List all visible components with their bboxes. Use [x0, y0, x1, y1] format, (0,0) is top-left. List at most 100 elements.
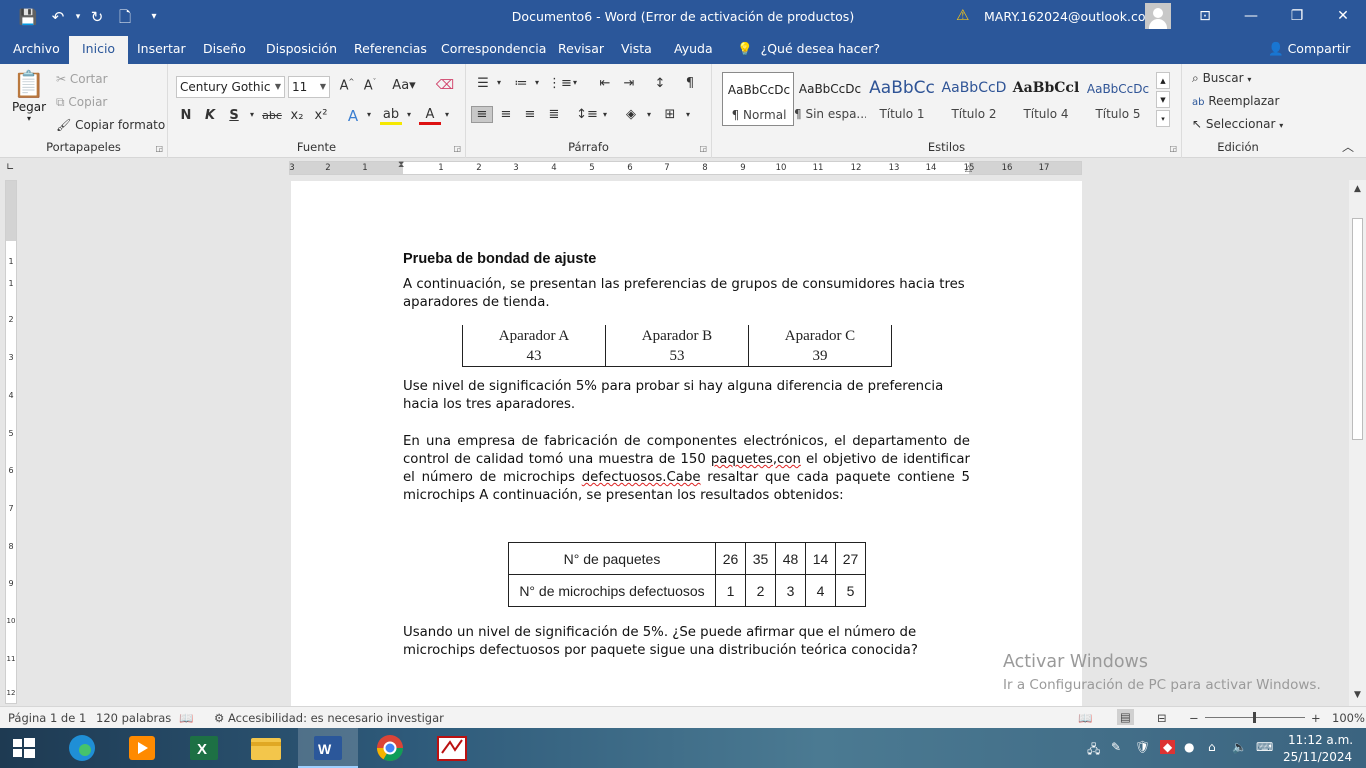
styles-scroll-down-icon[interactable]: ▼ [1156, 91, 1170, 108]
style-heading-1[interactable]: AaBbCc Título 1 [866, 72, 938, 126]
increase-indent-icon[interactable]: ⇥ [618, 76, 640, 91]
volume-tray-icon[interactable]: 🔈 [1232, 740, 1247, 754]
styles-scroll-up-icon[interactable]: ▲ [1156, 72, 1170, 89]
ribbon-display-options-button[interactable]: ⊡ [1182, 0, 1228, 34]
chevron-down-icon[interactable]: ▾ [638, 110, 660, 119]
tab-diseno[interactable]: Diseño [203, 34, 246, 64]
document-page[interactable]: Prueba de bondad de ajuste A continuació… [291, 181, 1082, 711]
tab-selector-icon[interactable]: ∟ [6, 162, 14, 173]
dialog-launcher-icon[interactable]: ◲ [155, 144, 163, 153]
tab-ayuda[interactable]: Ayuda [674, 34, 713, 64]
chevron-down-icon[interactable]: ▾ [488, 78, 510, 87]
tab-archivo[interactable]: Archivo [13, 34, 60, 64]
chevron-down-icon[interactable]: ▾ [526, 78, 548, 87]
keyboard-tray-icon[interactable]: ⌨ [1256, 740, 1273, 754]
spelling-error[interactable]: paquetes,con [711, 452, 801, 467]
edge-taskbar-icon[interactable] [52, 728, 112, 768]
superscript-button[interactable]: x² [310, 108, 332, 123]
wifi-tray-icon[interactable]: ⌂ [1208, 740, 1216, 754]
dialog-launcher-icon[interactable]: ◲ [699, 144, 707, 153]
proofing-icon[interactable]: 📖 [179, 711, 193, 725]
copy-button[interactable]: ⧉ Copiar [56, 95, 107, 110]
notification-tray-icon[interactable]: ● [1184, 740, 1194, 754]
pilcrow-icon[interactable]: ¶ [679, 76, 701, 91]
redo-icon[interactable]: ↻ [85, 6, 109, 28]
media-player-taskbar-icon[interactable] [112, 728, 172, 768]
align-right-icon[interactable]: ≡ [519, 107, 541, 122]
start-button[interactable] [0, 728, 48, 768]
print-layout-icon[interactable]: ▤ [1117, 709, 1134, 725]
bold-button[interactable]: N [175, 108, 197, 123]
zoom-out-icon[interactable]: − [1189, 711, 1199, 725]
share-button[interactable]: 👤 Compartir [1268, 34, 1350, 64]
paste-button[interactable]: 📋 Pegar ▾ [8, 70, 50, 136]
read-mode-icon[interactable]: 📖 [1078, 711, 1092, 725]
clear-formatting-icon[interactable]: ⌫ [434, 78, 456, 93]
vertical-scrollbar[interactable]: ▲ ▼ [1349, 180, 1366, 706]
scroll-down-icon[interactable]: ▼ [1351, 690, 1364, 700]
new-document-icon[interactable]: 🗋 [113, 6, 137, 28]
scroll-up-icon[interactable]: ▲ [1351, 184, 1364, 194]
justify-icon[interactable]: ≣ [543, 107, 565, 122]
chevron-down-icon[interactable]: ▾ [398, 110, 420, 119]
replace-button[interactable]: ab Reemplazar [1192, 94, 1279, 108]
style-normal[interactable]: AaBbCcDc ¶ Normal [722, 72, 794, 126]
sort-icon[interactable]: ↕ [649, 76, 671, 91]
web-layout-icon[interactable]: ⊟ [1157, 711, 1167, 725]
antivirus-tray-icon[interactable]: ◆ [1160, 740, 1176, 754]
customize-toolbar-icon[interactable]: ▾ [142, 6, 166, 28]
vertical-ruler[interactable]: 1 1 2 3 4 5 6 7 8 9 10 11 12 [5, 180, 17, 704]
chrome-taskbar-icon[interactable] [360, 728, 420, 768]
font-name-combo[interactable]: Century Gothic ▼ [176, 76, 285, 98]
strikethrough-button[interactable]: abc [261, 109, 283, 122]
indent-marker-icon[interactable]: ⧗ [398, 160, 404, 170]
italic-button[interactable]: K [199, 108, 221, 123]
select-button[interactable]: ↖ Seleccionar ▾ [1192, 117, 1283, 131]
accessibility-status[interactable]: ⚙ Accesibilidad: es necesario investigar [214, 711, 444, 725]
close-button[interactable]: ✕ [1320, 0, 1366, 34]
chevron-down-icon[interactable]: ▾ [358, 110, 380, 119]
style-no-spacing[interactable]: AaBbCcDc ¶ Sin espa... [794, 72, 866, 126]
right-indent-marker-icon[interactable]: △ [965, 164, 972, 174]
save-icon[interactable]: 💾 [16, 6, 40, 28]
restore-button[interactable]: ❐ [1274, 0, 1320, 34]
styles-more-icon[interactable]: ▾ [1156, 110, 1170, 127]
app-taskbar-icon[interactable] [422, 728, 482, 768]
taskbar-date[interactable]: 25/11/2024 [1283, 750, 1352, 764]
excel-taskbar-icon[interactable]: X [174, 728, 234, 768]
tab-disposicion[interactable]: Disposición [266, 34, 337, 64]
tab-insertar[interactable]: Insertar [137, 34, 186, 64]
font-size-combo[interactable]: 11 ▼ [288, 76, 330, 98]
help-search-input[interactable]: 💡 ¿Qué desea hacer? [737, 34, 880, 64]
horizontal-ruler[interactable]: 3 2 1 1 2 3 4 5 6 7 8 9 10 11 12 13 14 1… [289, 160, 1082, 175]
format-painter-button[interactable]: 🖌 Copiar formato [56, 118, 165, 132]
collapse-ribbon-icon[interactable]: ︿ [1342, 138, 1354, 155]
account-email[interactable]: MARY.162024@outlook.com [984, 9, 1158, 24]
chevron-down-icon[interactable]: ▾ [241, 110, 263, 119]
align-left-icon[interactable]: ≡ [471, 106, 493, 123]
grow-font-icon[interactable]: A^ [336, 78, 358, 93]
avatar[interactable] [1145, 3, 1171, 29]
style-heading-5[interactable]: AaBbCcDc Título 5 [1082, 72, 1154, 126]
chevron-down-icon[interactable]: ▾ [594, 110, 616, 119]
tab-referencias[interactable]: Referencias [354, 34, 427, 64]
chevron-down-icon[interactable]: ▾ [436, 110, 458, 119]
tab-vista[interactable]: Vista [621, 34, 652, 64]
scroll-thumb[interactable] [1352, 218, 1363, 440]
align-center-icon[interactable]: ≡ [495, 107, 517, 122]
dialog-launcher-icon[interactable]: ◲ [1169, 144, 1177, 153]
page-count[interactable]: Página 1 de 1 [8, 711, 86, 725]
file-explorer-taskbar-icon[interactable] [236, 728, 296, 768]
pen-tray-icon[interactable]: ✎ [1111, 740, 1121, 754]
tab-correspondencia[interactable]: Correspondencia [441, 34, 546, 64]
tab-revisar[interactable]: Revisar [558, 34, 604, 64]
zoom-slider-thumb[interactable] [1253, 712, 1256, 723]
shrink-font-icon[interactable]: Aˇ [359, 78, 381, 93]
chevron-down-icon[interactable]: ▾ [564, 78, 586, 87]
dialog-launcher-icon[interactable]: ◲ [453, 144, 461, 153]
network-tray-icon[interactable]: 🖧 [1087, 740, 1100, 761]
word-count[interactable]: 120 palabras [96, 711, 171, 725]
subscript-button[interactable]: x₂ [286, 108, 308, 123]
security-tray-icon[interactable]: 🛡 [1135, 740, 1150, 754]
taskbar-time[interactable]: 11:12 a.m. [1288, 733, 1353, 747]
